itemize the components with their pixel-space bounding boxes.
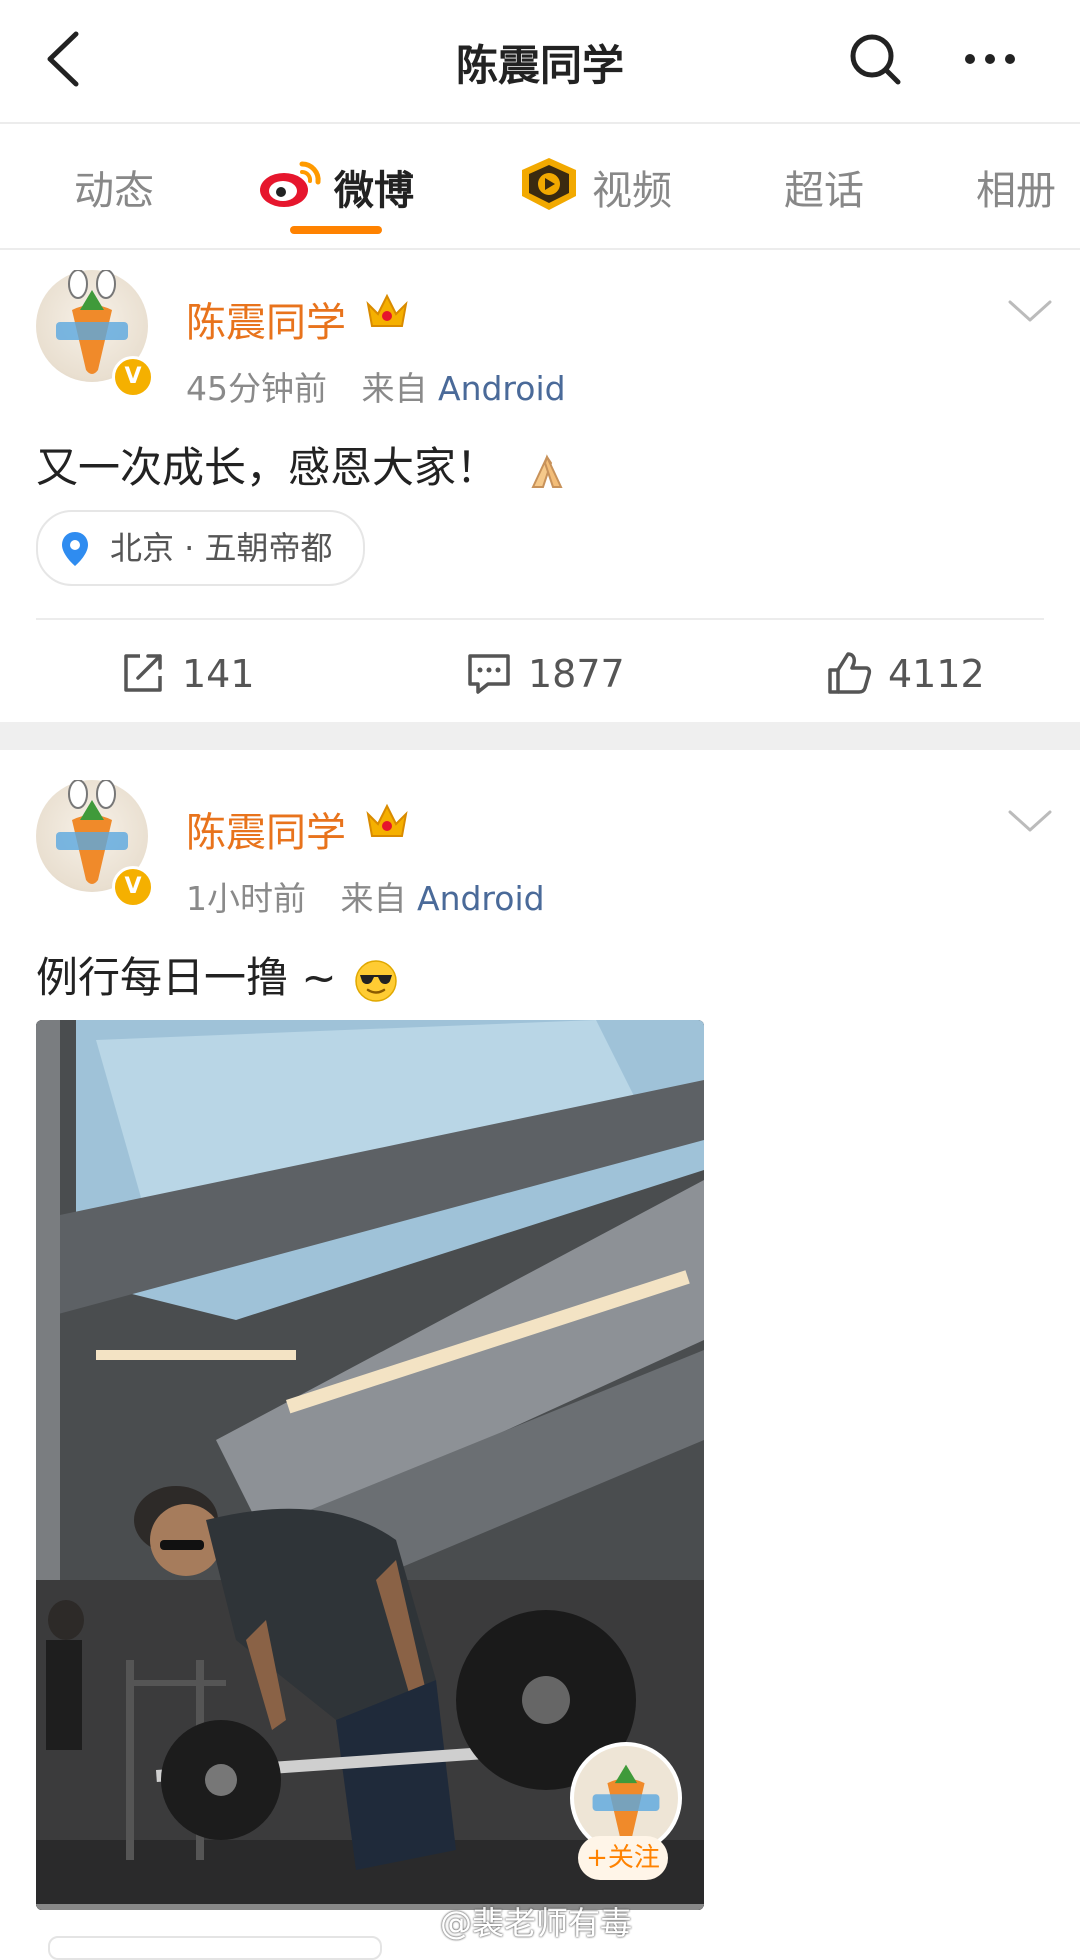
location-label: 北京 · 五朝帝都 [110,529,333,567]
comment-button[interactable]: 1877 [466,648,626,700]
active-tab-indicator [290,226,382,234]
chevron-down-icon[interactable] [1004,806,1056,836]
follow-button[interactable]: +关注 [578,1836,668,1880]
sunglasses-emoji [355,959,397,1002]
verified-badge-icon: V [112,356,154,398]
post-source[interactable]: Android [438,369,566,408]
tab-dynamic[interactable]: 动态 [74,158,154,216]
feed-separator [0,722,1080,750]
carrot-avatar-image [592,1764,660,1843]
tab-super-topic[interactable]: 超话 [784,158,864,216]
watermark-text: @裴老师有毒 [440,1904,633,1942]
source-prefix: 来自 [340,879,407,918]
divider [36,618,1044,620]
thumbs-up-icon [828,652,872,694]
chevron-down-icon[interactable] [1004,296,1056,326]
search-button[interactable] [846,30,904,88]
repost-button[interactable]: 141 [120,648,260,700]
search-icon [850,34,901,85]
comment-count: 1877 [528,652,625,696]
post-source[interactable]: Android [417,879,545,918]
post-username[interactable]: 陈震同学 [186,800,346,858]
location-pin-icon [62,532,88,566]
top-nav-bar: 陈震同学 [0,0,1080,124]
folded-hands-emoji [531,453,563,488]
post-meta: 45分钟前 来自 Android [186,362,566,410]
post-time: 45分钟前 [186,369,327,408]
tab-video[interactable]: 视频 [592,158,672,216]
verified-badge-icon: V [112,866,154,908]
post-text: 例行每日一撸 ~ [36,944,398,1005]
profile-tabs: 动态 微博 视频 超话 相册 [0,124,1080,250]
video-badge-icon [522,158,576,210]
post-username[interactable]: 陈震同学 [186,290,346,348]
location-tag[interactable]: 北京 · 五朝帝都 [36,510,365,586]
crown-icon [366,293,408,327]
source-prefix: 来自 [361,369,428,408]
like-button[interactable]: 4112 [826,648,1006,700]
repost-icon [124,654,162,692]
post-text-content: 例行每日一撸 ~ [36,953,337,1002]
comment-icon [468,654,510,694]
post-text-content: 又一次成长，感恩大家！ [36,443,499,492]
weibo-logo-icon [260,161,321,207]
more-button[interactable] [960,44,1020,74]
post-time: 1小时前 [186,879,306,918]
next-item-edge [48,1936,382,1960]
crown-icon [366,803,408,837]
page-title: 陈震同学 [455,41,624,90]
post-meta: 1小时前 来自 Android [186,872,545,920]
like-count: 4112 [888,652,985,696]
tab-weibo[interactable]: 微博 [334,158,414,216]
tab-album[interactable]: 相册 [976,158,1056,216]
more-dots-icon [965,54,1015,64]
repost-count: 141 [182,652,255,696]
post-text: 又一次成长，感恩大家！ [36,434,569,495]
